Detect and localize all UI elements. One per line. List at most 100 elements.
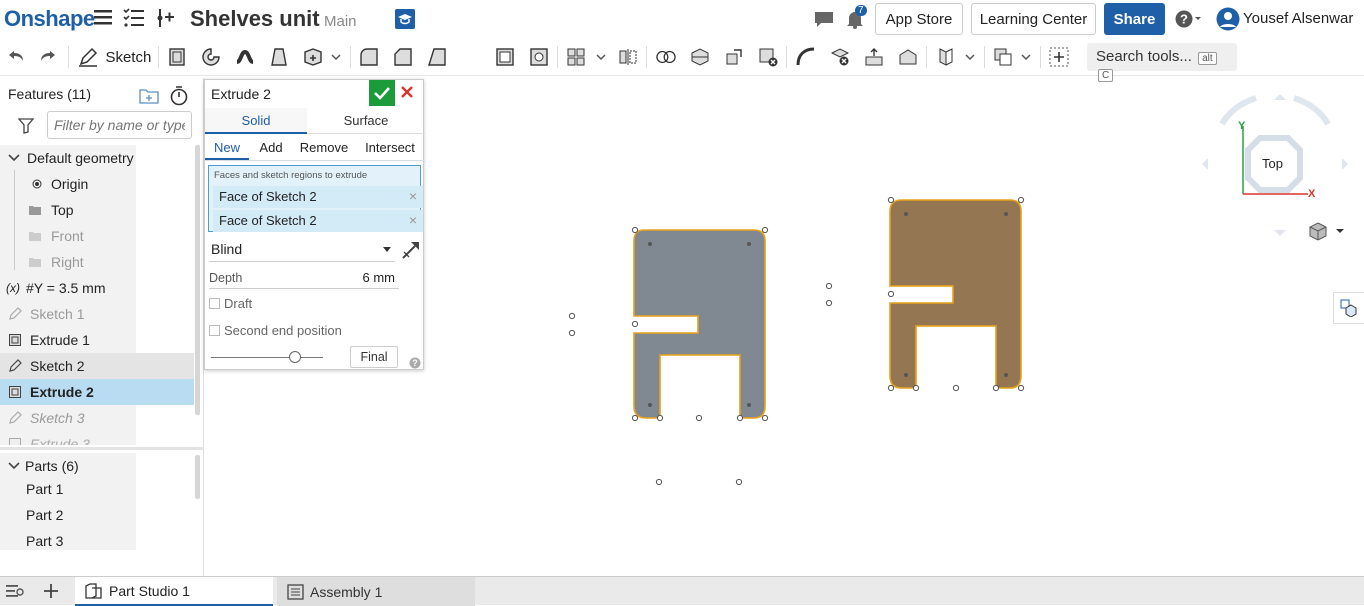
branch-name[interactable]: Main	[324, 13, 357, 30]
feature-sketch-1[interactable]: Sketch 1	[0, 301, 194, 327]
view-options-icon[interactable]	[1309, 221, 1345, 246]
education-icon[interactable]	[395, 9, 415, 34]
feature-top-plane[interactable]: Top	[0, 197, 194, 223]
feature-label: Sketch 2	[30, 358, 85, 374]
feature-origin[interactable]: Origin	[0, 171, 194, 197]
delete-face-icon[interactable]	[830, 47, 850, 67]
plane-tool-icon[interactable]	[936, 47, 956, 67]
tab-assembly-1[interactable]: Assembly 1	[277, 577, 475, 606]
part-item[interactable]: Part 2	[0, 502, 194, 528]
sketch-icon	[9, 359, 22, 372]
revolve-tool-icon[interactable]	[201, 47, 221, 67]
sketch-button[interactable]: Sketch	[78, 47, 151, 67]
redo-icon[interactable]	[38, 47, 58, 67]
pattern-tool-icon[interactable]	[566, 47, 586, 67]
chevron-down-icon[interactable]	[1019, 47, 1033, 67]
tab-label: Part Studio 1	[109, 582, 190, 599]
chevron-down-icon[interactable]	[594, 47, 608, 67]
feature-variable[interactable]: (x) #Y = 3.5 mm	[0, 275, 194, 301]
view-cube-face-label[interactable]: Top	[1262, 156, 1283, 171]
chevron-down-icon[interactable]	[8, 154, 20, 162]
replace-face-icon[interactable]	[898, 47, 918, 67]
transform-tool-icon[interactable]	[724, 47, 744, 67]
user-name[interactable]: Yousef Alsenwar	[1243, 10, 1353, 27]
part-studio-icon	[85, 582, 102, 599]
part-face-brown	[889, 199, 1022, 389]
add-tab-icon[interactable]	[43, 583, 59, 604]
default-geometry-group[interactable]: Default geometry	[0, 145, 194, 171]
learning-center-button[interactable]: Learning Center	[971, 3, 1096, 35]
feature-list-scrollbar[interactable]	[195, 145, 200, 415]
feature-label: Extrude 1	[30, 332, 90, 348]
feature-list-icon[interactable]	[123, 8, 145, 33]
delete-part-tool-icon[interactable]	[758, 47, 778, 67]
default-geometry-label: Default geometry	[27, 150, 134, 166]
tab-part-studio-1[interactable]: Part Studio 1	[75, 577, 273, 606]
rotate-arc-right-icon	[1292, 95, 1331, 126]
graphics-viewport[interactable]	[205, 77, 1364, 576]
insert-icon[interactable]	[156, 8, 176, 33]
chamfer-tool-icon[interactable]	[393, 47, 413, 67]
feature-right-plane[interactable]: Right	[0, 249, 194, 275]
feature-sketch-3[interactable]: Sketch 3	[0, 405, 194, 431]
sweep-tool-icon[interactable]	[235, 47, 255, 67]
add-custom-feature-icon[interactable]	[1049, 47, 1069, 67]
boolean-tool-icon[interactable]	[656, 47, 676, 67]
app-store-button[interactable]: App Store	[875, 3, 963, 35]
filter-icon[interactable]	[17, 118, 35, 139]
feature-extrude-3[interactable]: Extrude 3	[0, 431, 194, 445]
feature-toolbar: Sketch Search tools... altC	[0, 38, 1364, 82]
extrude-tool-icon[interactable]	[167, 47, 187, 67]
plane-icon	[29, 232, 41, 241]
sketch-icon	[9, 307, 22, 320]
tab-bar: Part Studio 1 Assembly 1	[0, 576, 1364, 606]
search-tools-input[interactable]: Search tools... altC	[1087, 43, 1237, 82]
chevron-down-icon[interactable]	[963, 47, 977, 67]
onshape-logo[interactable]: Onshape	[4, 6, 95, 32]
features-title: Features (11)	[8, 86, 91, 102]
x-axis-label: X	[1308, 188, 1316, 200]
feature-label: Extrude 2	[30, 384, 94, 400]
draft-tool-icon[interactable]	[427, 47, 447, 67]
comments-icon[interactable]	[813, 10, 835, 33]
sketch-icon	[9, 411, 22, 424]
shell-tool-icon[interactable]	[495, 47, 515, 67]
add-folder-icon[interactable]	[139, 87, 159, 110]
arrow-right-icon	[1342, 158, 1348, 170]
chevron-down-icon[interactable]	[8, 462, 20, 470]
chevron-down-icon[interactable]	[329, 47, 343, 67]
feature-extrude-2[interactable]: Extrude 2	[0, 379, 194, 405]
arrow-left-icon	[1202, 158, 1208, 170]
part-item[interactable]: Part 3	[0, 528, 194, 554]
move-face-icon[interactable]	[864, 47, 884, 67]
document-title[interactable]: Shelves unit	[190, 6, 320, 32]
feature-label: Right	[51, 254, 84, 270]
part-item[interactable]: Part 1	[0, 476, 194, 502]
split-tool-icon[interactable]	[690, 47, 710, 67]
rollback-timer-icon[interactable]	[170, 86, 188, 111]
mate-connector-icon[interactable]	[993, 47, 1013, 67]
configurations-panel-button[interactable]	[1333, 292, 1364, 324]
undo-icon[interactable]	[6, 47, 26, 67]
mirror-tool-icon[interactable]	[618, 47, 638, 67]
feature-sketch-2[interactable]: Sketch 2	[0, 353, 194, 379]
help-icon[interactable]: ?	[1175, 10, 1203, 33]
tab-label: Assembly 1	[310, 583, 383, 600]
loft-tool-icon[interactable]	[269, 47, 289, 67]
user-avatar-icon[interactable]	[1216, 7, 1240, 36]
tab-manager-icon[interactable]	[6, 584, 24, 603]
modify-fillet-icon[interactable]	[796, 47, 816, 67]
fillet-tool-icon[interactable]	[359, 47, 379, 67]
panel-splitter[interactable]	[0, 447, 204, 450]
feature-label: #Y = 3.5 mm	[26, 280, 106, 296]
feature-label: Origin	[51, 176, 89, 192]
feature-extrude-1[interactable]: Extrude 1	[0, 327, 194, 353]
feature-filter-input[interactable]	[47, 111, 192, 139]
parts-scrollbar[interactable]	[195, 455, 200, 499]
hole-tool-icon[interactable]	[529, 47, 549, 67]
feature-front-plane[interactable]: Front	[0, 223, 194, 249]
notifications-badge: 7	[855, 5, 867, 16]
thicken-tool-icon[interactable]	[303, 47, 323, 67]
menu-icon[interactable]	[94, 8, 112, 31]
share-button[interactable]: Share	[1104, 3, 1165, 35]
